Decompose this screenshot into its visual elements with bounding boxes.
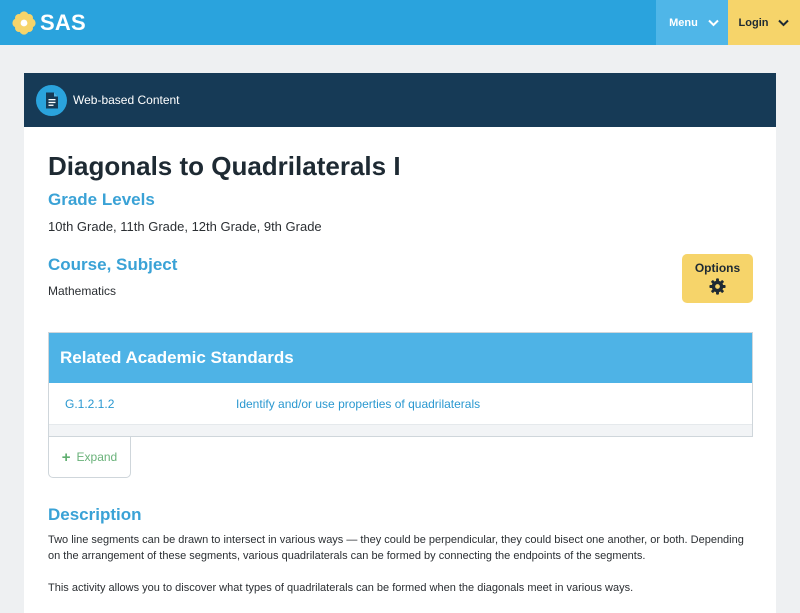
login-button[interactable]: Login [728, 0, 800, 45]
sas-flower-logo-icon [12, 11, 36, 35]
brand-logo[interactable]: SAS [11, 9, 86, 37]
academic-standards-panel: Related Academic Standards G.1.2.1.2 Ide… [48, 332, 753, 437]
expand-label: Expand [76, 450, 118, 464]
page-title: Diagonals to Quadrilaterals I [48, 151, 401, 181]
grade-levels-value: 10th Grade, 11th Grade, 12th Grade, 9th … [48, 219, 322, 234]
brand-name: SAS [40, 10, 86, 35]
gear-icon [709, 278, 726, 295]
resource-type-header: Web-based Content [24, 73, 776, 127]
top-nav-bar: SAS Menu Login [0, 0, 800, 45]
course-subject-value: Mathematics [48, 284, 117, 298]
chevron-down-icon [708, 19, 719, 27]
options-label: Options [694, 261, 741, 275]
menu-button[interactable]: Menu [656, 0, 728, 45]
chevron-down-icon [778, 19, 790, 27]
description-heading: Description [48, 505, 142, 524]
grade-levels-heading: Grade Levels [48, 190, 155, 209]
options-button[interactable]: Options [682, 254, 753, 303]
standards-collapsed-fade [49, 425, 752, 436]
plus-icon: + [61, 448, 71, 466]
standards-heading: Related Academic Standards [60, 348, 294, 367]
course-subject-heading: Course, Subject [48, 255, 178, 274]
resource-type-label: Web-based Content [73, 93, 180, 107]
standard-description-link[interactable]: Identify and/or use properties of quadri… [236, 397, 480, 411]
standard-row: G.1.2.1.2 Identify and/or use properties… [49, 383, 752, 425]
description-paragraph-1: Two line segments can be drawn to inters… [48, 534, 744, 562]
menu-label: Menu [669, 16, 698, 29]
description-paragraph-2: This activity allows you to discover wha… [48, 582, 634, 594]
document-icon [36, 85, 67, 116]
login-label: Login [738, 16, 769, 29]
standards-header: Related Academic Standards [49, 333, 752, 383]
expand-button[interactable]: + Expand [48, 437, 131, 478]
standard-code-link[interactable]: G.1.2.1.2 [65, 397, 114, 411]
resource-card: Web-based Content Diagonals to Quadrilat… [24, 73, 776, 613]
